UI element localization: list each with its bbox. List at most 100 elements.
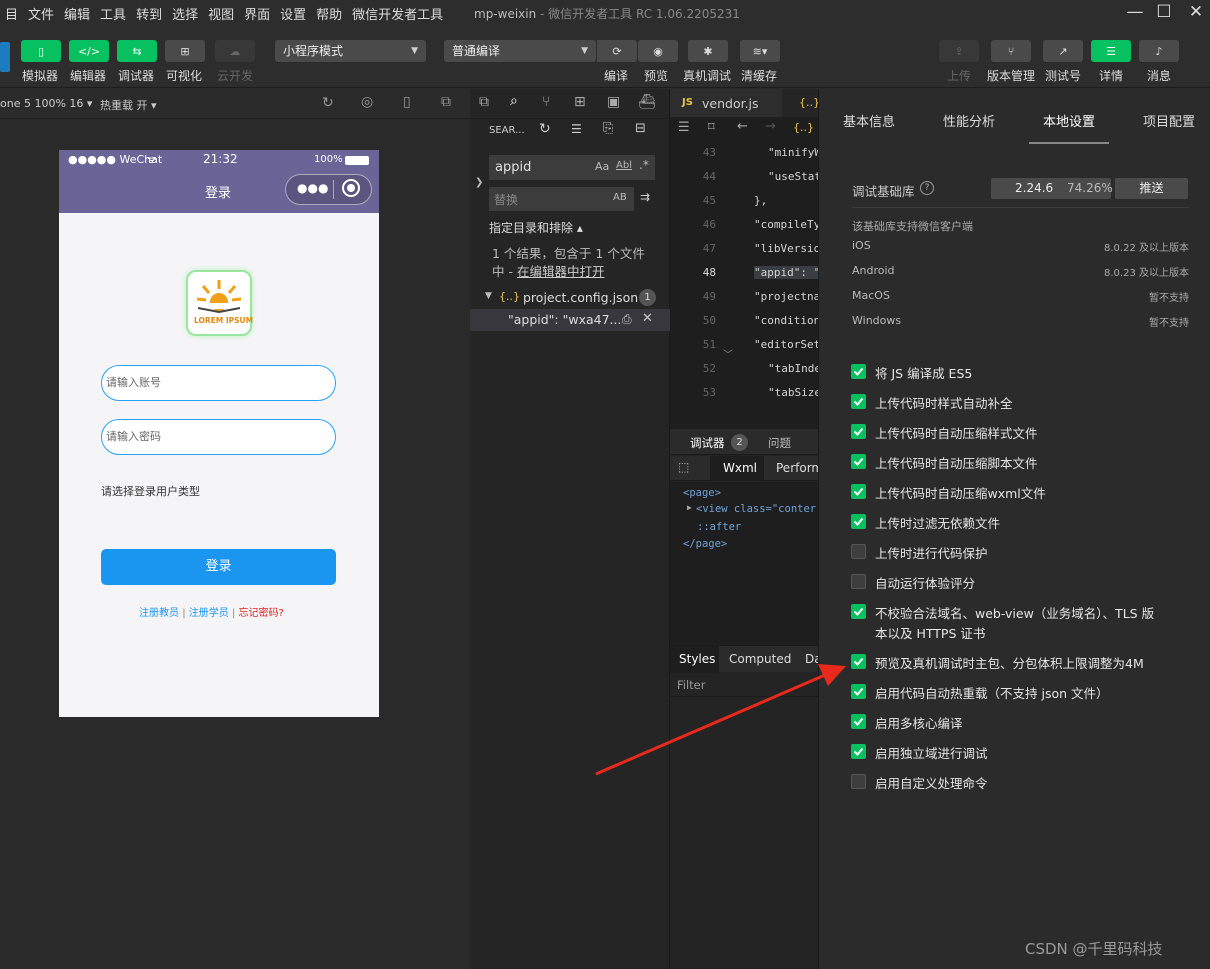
editor-button[interactable]: 编辑器 [70, 67, 106, 84]
simulator-button[interactable]: 模拟器 [22, 67, 58, 84]
tab-project-config[interactable]: 项目配置 [1143, 111, 1195, 130]
preview-button[interactable]: 预览 [644, 67, 668, 84]
wxml-node[interactable]: <page> [683, 487, 721, 499]
test-account-button[interactable]: 测试号 [1045, 67, 1081, 84]
option-label[interactable]: 预览及真机调试时主包、分包体积上限调整为4M [875, 653, 1144, 672]
visual-button[interactable]: 可视化 [166, 67, 202, 84]
close-mini-icon[interactable] [342, 179, 360, 197]
result-file-row[interactable]: ▼ {..} project.config.json 1 [470, 287, 670, 309]
option-label[interactable]: 上传时进行代码保护 [875, 543, 988, 562]
replace-one-icon[interactable]: ⎙ [622, 312, 632, 327]
account-input[interactable]: 请输入账号 [101, 365, 336, 401]
bell-icon[interactable]: ♪ [1139, 40, 1179, 62]
option-checkbox[interactable] [851, 654, 866, 669]
mode-select[interactable]: 小程序模式 ▼ [275, 40, 426, 62]
option-label[interactable]: 上传时过滤无依赖文件 [875, 513, 1000, 532]
chevron-down-icon[interactable]: ❯ [475, 177, 483, 188]
push-button[interactable]: 推送 [1115, 178, 1188, 199]
tab-wxml[interactable]: Wxml [710, 456, 764, 481]
layers-icon[interactable]: ≋▾ [740, 40, 780, 62]
compile-select[interactable]: 普通编译 ▼ [444, 40, 596, 62]
simulator-icon[interactable]: ▯ [21, 40, 61, 62]
capsule-menu[interactable]: ●●● [285, 174, 372, 205]
option-checkbox[interactable] [851, 484, 866, 499]
help-icon[interactable]: ? [920, 181, 934, 195]
menu-item-file[interactable]: 文件 [23, 4, 59, 23]
maximize-icon[interactable]: ☐ [1153, 2, 1175, 22]
wxml-node[interactable]: ::after [697, 521, 741, 533]
register-student-link[interactable]: 注册学员 [189, 608, 229, 619]
option-label[interactable]: 不校验合法域名、web-view（业务域名）、TLS 版 [875, 603, 1154, 622]
option-checkbox[interactable] [851, 604, 866, 619]
phone-icon[interactable]: ▯ [403, 94, 411, 110]
option-label[interactable]: 启用自定义处理命令 [875, 773, 988, 792]
option-checkbox[interactable] [851, 774, 866, 789]
hot-reload-select[interactable]: 热重载 开 ▾ [100, 97, 157, 113]
eye-icon[interactable]: ◉ [638, 40, 678, 62]
bug-icon[interactable]: ✱ [688, 40, 728, 62]
upload-button[interactable]: 上传 [947, 67, 971, 84]
menu-icon[interactable]: ☰ [1091, 40, 1131, 62]
option-label-cont[interactable]: 本以及 HTTPS 证书 [875, 623, 985, 642]
open-in-editor-link[interactable]: 在编辑器中打开 [517, 264, 605, 279]
register-teacher-link[interactable]: 注册教员 [139, 608, 179, 619]
source-control-icon[interactable]: ⑂ [542, 94, 550, 110]
upload-icon[interactable]: ⇪ [939, 40, 979, 62]
option-label[interactable]: 自动运行体验评分 [875, 573, 975, 592]
fold-chevron-icon[interactable]: ﹀ [723, 346, 733, 361]
menu-item-tools[interactable]: 工具 [95, 4, 131, 23]
cloud-icon[interactable]: ☁ [215, 40, 255, 62]
storage-icon[interactable]: ▣ [607, 94, 620, 110]
option-label[interactable]: 上传代码时自动压缩脚本文件 [875, 453, 1038, 472]
branch-icon[interactable]: ⑂ [991, 40, 1031, 62]
debugger-button[interactable]: 调试器 [118, 67, 154, 84]
debugger-icon[interactable]: ⇆ [117, 40, 157, 62]
editor-icon[interactable]: </> [69, 40, 109, 62]
search-icon[interactable]: ⌕ [510, 93, 518, 109]
styles-filter[interactable]: Filter [670, 673, 818, 697]
option-checkbox[interactable] [851, 454, 866, 469]
menu-item[interactable]: 目 [0, 4, 23, 23]
option-label[interactable]: 启用多核心编译 [875, 713, 963, 732]
collapse-icon[interactable]: ⊟ [635, 121, 646, 136]
tab-performance-analysis[interactable]: 性能分析 [943, 111, 995, 130]
remote-debug-button[interactable]: 真机调试 [683, 67, 731, 84]
menu-item-interface[interactable]: 界面 [239, 4, 275, 23]
extensions-icon[interactable]: ⊞ [574, 94, 586, 110]
tab-issues[interactable]: 问题 [768, 435, 791, 451]
option-label[interactable]: 启用独立域进行调试 [875, 743, 988, 762]
compile-button[interactable]: 编译 [604, 67, 628, 84]
password-input[interactable]: 请输入密码 [101, 419, 336, 455]
tab-debugger[interactable]: 调试器 [690, 435, 725, 451]
wxml-node[interactable]: <view class="conter [696, 503, 816, 515]
clear-results-icon[interactable]: ☰ [571, 122, 582, 136]
forgot-password-link[interactable]: 忘记密码? [239, 608, 284, 619]
option-checkbox[interactable] [851, 364, 866, 379]
version-button[interactable]: 版本管理 [987, 67, 1035, 84]
dismiss-icon[interactable]: ✕ [642, 311, 653, 326]
close-icon[interactable]: ✕ [1185, 2, 1207, 22]
tab-dataset[interactable]: Da [805, 652, 818, 666]
option-checkbox[interactable] [851, 514, 866, 529]
files-scope-toggle[interactable]: 指定目录和排除 ▴ [489, 219, 583, 236]
wxml-node[interactable]: </page> [683, 538, 727, 550]
messages-button[interactable]: 消息 [1147, 67, 1171, 84]
list-icon[interactable]: ☰ [678, 120, 690, 135]
rotate-icon[interactable]: ↻ [322, 95, 334, 111]
search-input[interactable]: appid Aa Abl .* [489, 155, 655, 180]
menu-item-edit[interactable]: 编辑 [59, 4, 95, 23]
tab-local-settings[interactable]: 本地设置 [1043, 111, 1095, 130]
clear-cache-button[interactable]: 清缓存 [741, 67, 777, 84]
details-button[interactable]: 详情 [1099, 67, 1123, 84]
inspect-icon[interactable]: ⬚ [678, 460, 689, 474]
device-select[interactable]: one 5 100% 16 ▾ [0, 97, 92, 110]
menu-item-help[interactable]: 帮助 [311, 4, 347, 23]
menu-item-settings[interactable]: 设置 [275, 4, 311, 23]
whole-word-icon[interactable]: Abl [616, 160, 632, 171]
expand-icon[interactable]: ▶ [687, 503, 692, 512]
user-type-label[interactable]: 请选择登录用户类型 [101, 483, 200, 499]
option-label[interactable]: 启用代码自动热重载（不支持 json 文件） [875, 683, 1109, 702]
visual-icon[interactable]: ⊞ [165, 40, 205, 62]
option-label[interactable]: 将 JS 编译成 ES5 [875, 363, 972, 382]
option-label[interactable]: 上传代码时样式自动补全 [875, 393, 1013, 412]
